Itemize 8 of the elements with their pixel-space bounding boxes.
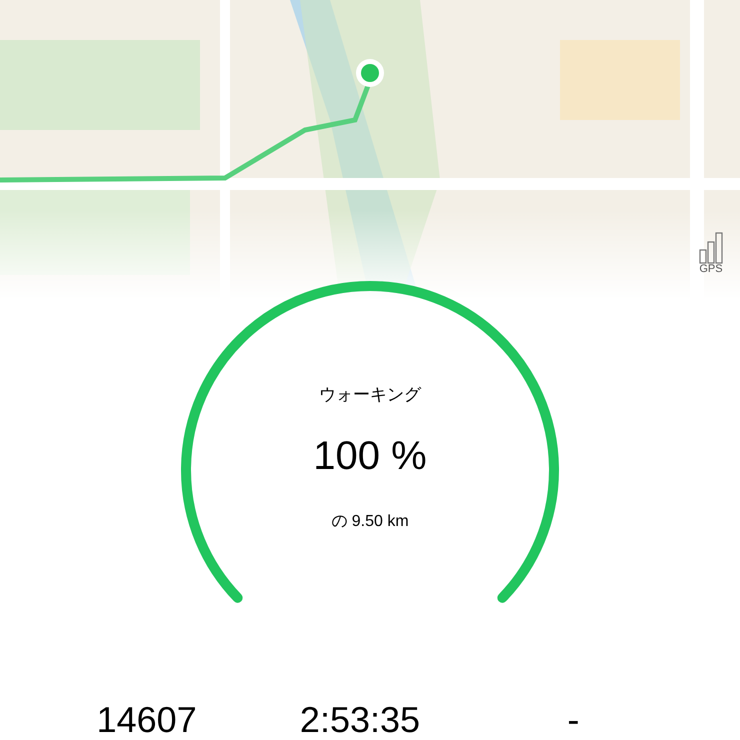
signal-bars-icon <box>699 232 723 264</box>
gps-label: GPS <box>699 264 723 275</box>
stat-value: 2:53:35 <box>300 702 420 738</box>
stat-value: 14607 <box>96 702 197 738</box>
percent-value: 100 % <box>313 436 427 476</box>
activity-label: ウォーキング <box>319 384 421 406</box>
stat-value: - <box>567 702 580 738</box>
goal-distance: の 9.50 km <box>331 512 409 532</box>
